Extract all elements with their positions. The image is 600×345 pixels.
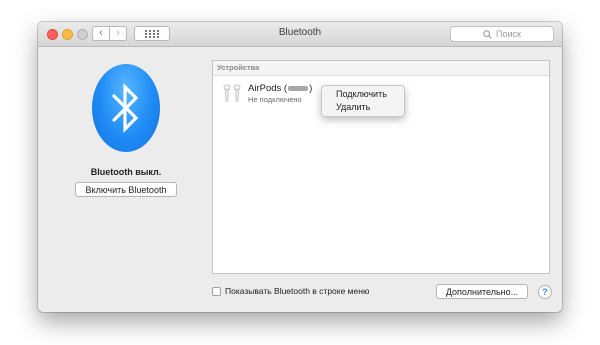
help-button[interactable]: ? bbox=[538, 285, 552, 299]
menu-item-connect[interactable]: Подключить bbox=[322, 88, 404, 101]
chevron-right-icon: › bbox=[116, 27, 120, 39]
search-placeholder: Поиск bbox=[496, 29, 521, 39]
title-bar: ‹ › Bluetooth Поиск bbox=[38, 22, 562, 47]
devices-header: Устройства bbox=[213, 61, 549, 76]
show-all-button[interactable] bbox=[134, 26, 170, 41]
zoom-window-button[interactable] bbox=[77, 29, 88, 40]
chevron-left-icon: ‹ bbox=[99, 27, 103, 39]
grid-icon bbox=[145, 29, 159, 38]
bluetooth-logo-icon bbox=[92, 64, 160, 152]
back-button[interactable]: ‹ bbox=[92, 26, 110, 41]
show-in-menu-label: Показывать Bluetooth в строке меню bbox=[225, 286, 370, 296]
airpods-icon bbox=[223, 84, 241, 102]
device-status: Не подключено bbox=[248, 95, 302, 104]
show-in-menu-checkbox[interactable] bbox=[212, 286, 221, 296]
redacted-name bbox=[288, 85, 309, 91]
show-in-menu-option[interactable]: Показывать Bluetooth в строке меню bbox=[212, 286, 369, 296]
enable-bluetooth-button[interactable]: Включить Bluetooth bbox=[75, 182, 177, 197]
close-window-button[interactable] bbox=[47, 29, 58, 40]
search-icon bbox=[483, 29, 492, 39]
window-title: Bluetooth bbox=[278, 27, 322, 38]
search-field[interactable]: Поиск bbox=[450, 26, 554, 42]
bluetooth-status: Bluetooth выкл. bbox=[90, 167, 162, 177]
question-mark-icon: ? bbox=[542, 287, 548, 297]
forward-button[interactable]: › bbox=[109, 26, 127, 41]
advanced-button[interactable]: Дополнительно... bbox=[436, 284, 528, 299]
device-context-menu: Подключить Удалить bbox=[321, 85, 405, 117]
minimize-window-button[interactable] bbox=[62, 29, 73, 40]
preferences-window: ‹ › Bluetooth Поиск Bluetooth выкл. Вклю… bbox=[38, 22, 562, 312]
menu-item-remove[interactable]: Удалить bbox=[322, 101, 404, 114]
device-name: AirPods () bbox=[248, 83, 313, 94]
